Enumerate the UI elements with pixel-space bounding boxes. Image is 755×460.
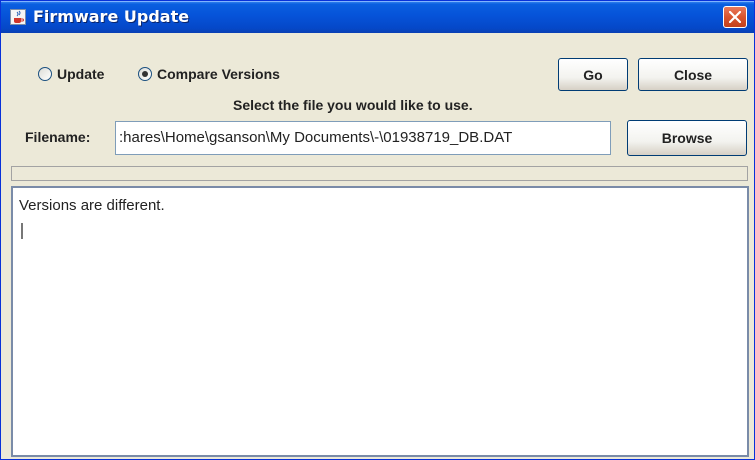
browse-button[interactable]: Browse [627,120,747,156]
output-text-area[interactable]: Versions are different. [11,186,749,457]
radio-button-circle[interactable] [138,67,152,81]
window-close-button[interactable] [723,6,747,28]
window-title: Firmware Update [33,7,190,26]
java-cup-icon [10,9,26,25]
text-caret [21,223,23,239]
radio-compare-versions-label: Compare Versions [157,66,280,82]
progress-bar [11,166,748,181]
go-button[interactable]: Go [558,58,628,91]
radio-update-label: Update [57,66,105,82]
instruction-text: Select the file you would like to use. [233,97,473,113]
output-message: Versions are different. [19,197,165,214]
radio-update[interactable]: Update [38,64,104,84]
radio-selected-dot [142,71,148,77]
filename-input[interactable]: :hares\Home\gsanson\My Documents\-\01938… [115,121,611,155]
radio-button-circle[interactable] [38,67,52,81]
firmware-update-window: Firmware Update Update Compare Versions … [0,0,755,460]
close-icon [729,11,741,23]
title-bar[interactable]: Firmware Update [1,1,754,33]
close-button[interactable]: Close [638,58,748,91]
radio-compare-versions[interactable]: Compare Versions [138,64,280,84]
filename-label: Filename: [25,129,91,145]
